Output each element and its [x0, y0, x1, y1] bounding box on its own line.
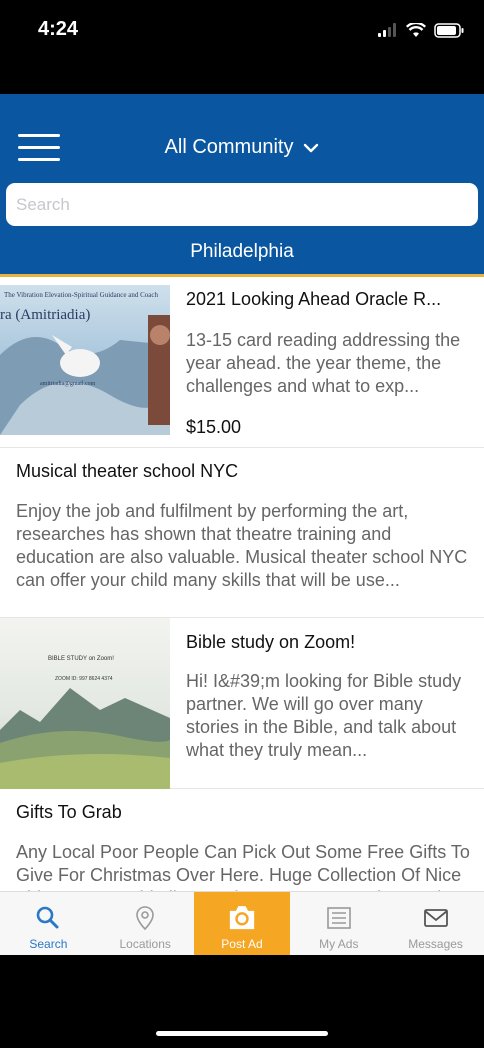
listing-thumbnail: BIBLE STUDY on Zoom! ZOOM ID: 997 8624 4…	[0, 618, 170, 789]
listing-title: Gifts To Grab	[16, 802, 122, 822]
city-selector[interactable]: Philadelphia	[0, 241, 484, 263]
list-icon	[326, 907, 351, 929]
listing-thumbnail: The Vibration Elevation-Spiritual Guidan…	[0, 285, 170, 435]
cellular-signal-icon	[378, 23, 396, 37]
home-indicator[interactable]	[156, 1031, 328, 1036]
status-bar: 4:24	[0, 0, 484, 62]
listing-title: 2021 Looking Ahead Oracle R...	[186, 289, 442, 309]
listing-title: Bible study on Zoom!	[186, 632, 356, 652]
community-selector: All Community	[0, 136, 484, 159]
search-icon	[37, 906, 59, 929]
community-dropdown[interactable]: All Community	[165, 136, 320, 159]
tab-label: Messages	[408, 937, 463, 951]
listing-item[interactable]: The Vibration Elevation-Spiritual Guidan…	[0, 277, 484, 448]
image-caption-1: The Vibration Elevation-Spiritual Guidan…	[4, 291, 158, 299]
envelope-icon	[423, 909, 448, 927]
tab-label: Post Ad	[221, 937, 263, 951]
bible-study-image: BIBLE STUDY on Zoom! ZOOM ID: 997 8624 4…	[0, 618, 170, 789]
wifi-icon	[406, 22, 426, 37]
listing-item[interactable]: BIBLE STUDY on Zoom! ZOOM ID: 997 8624 4…	[0, 618, 484, 789]
listing-description: Any Local Poor People Can Pick Out Some …	[16, 842, 470, 891]
tab-my-ads[interactable]: My Ads	[290, 892, 387, 955]
oracle-reading-image: The Vibration Elevation-Spiritual Guidan…	[0, 285, 170, 435]
listing-feed: The Vibration Elevation-Spiritual Guidan…	[0, 277, 484, 891]
listing-description: Hi! I&#39;m looking for Bible study part…	[186, 671, 462, 760]
tab-locations[interactable]: Locations	[97, 892, 194, 955]
status-icons	[378, 20, 464, 40]
listing-item[interactable]: Musical theater school NYC Enjoy the job…	[0, 448, 484, 618]
chevron-down-icon	[304, 143, 319, 152]
image-caption-2: ZOOM ID: 997 8624 4374	[55, 676, 113, 682]
tab-label: Locations	[119, 937, 171, 951]
tab-label: My Ads	[319, 937, 359, 951]
image-caption-1: BIBLE STUDY on Zoom!	[48, 656, 114, 662]
tab-search[interactable]: Search	[0, 892, 97, 955]
listing-description: Enjoy the job and fulfilment by performi…	[16, 501, 468, 590]
image-caption-3: amitriadia@gmail.com	[40, 381, 96, 387]
tab-post-ad[interactable]: Post Ad	[193, 892, 291, 955]
listing-item[interactable]: Gifts To Grab Any Local Poor People Can …	[0, 789, 484, 891]
location-pin-icon	[136, 906, 154, 931]
listing-price: $15.00	[186, 417, 242, 437]
battery-icon	[434, 22, 464, 38]
image-caption-2: ra (Amitriadia)	[0, 307, 90, 323]
camera-icon	[229, 906, 255, 930]
community-label: All Community	[164, 136, 294, 158]
status-time: 4:24	[38, 18, 79, 40]
bottom-tab-bar: Search Locations Post Ad My Ads Messages	[0, 891, 484, 955]
tab-label: Search	[29, 937, 68, 951]
search-input[interactable]	[6, 183, 478, 226]
listing-description: 13-15 card reading addressing the year a…	[186, 330, 461, 396]
listing-title: Musical theater school NYC	[16, 461, 239, 481]
tab-messages[interactable]: Messages	[387, 892, 484, 955]
